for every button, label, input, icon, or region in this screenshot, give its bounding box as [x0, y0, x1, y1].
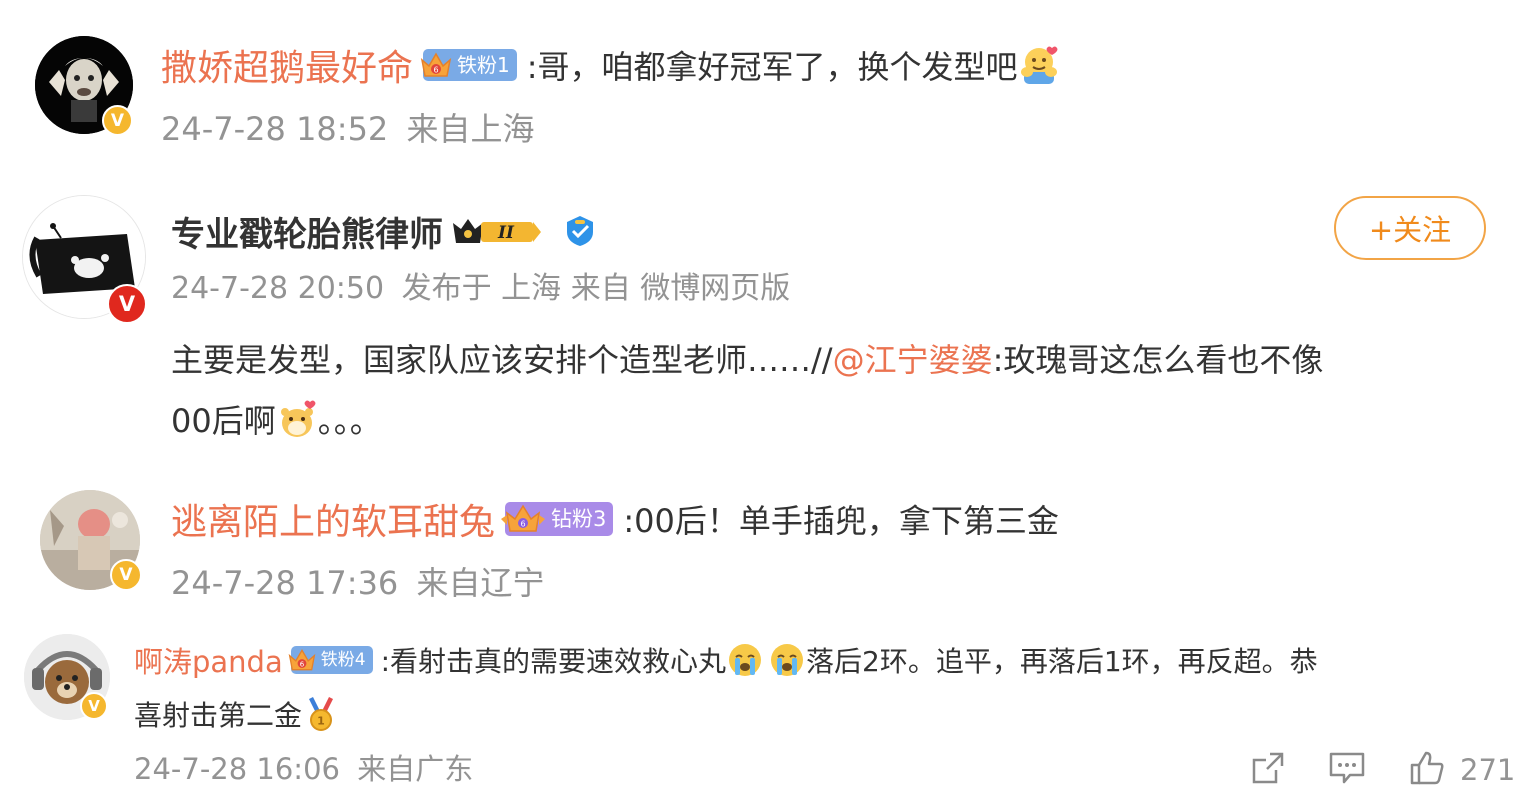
- repost-text-line2: 00后啊: [171, 402, 276, 440]
- comment-row: 撒娇超鹅最好命 6 铁粉1 :哥，咱都拿好冠军了，换个发型吧: [161, 40, 1060, 90]
- fan-badge-label: 铁粉4: [320, 650, 366, 670]
- share-button[interactable]: [1250, 751, 1288, 789]
- comment-meta: 24-7-28 20:50 发布于 上海 来自 微博网页版: [171, 267, 790, 311]
- hug-emoji-icon: [1018, 44, 1060, 86]
- username-link[interactable]: 专业戳轮胎熊律师: [171, 207, 443, 256]
- comment-meta: 24-7-28 18:52 来自上海: [161, 106, 534, 152]
- share-icon: [1250, 750, 1286, 790]
- comment-text: 主要是发型，国家队应该安排个造型老师……//@江宁婆婆:玫瑰哥这怎么看也不像: [171, 335, 1323, 385]
- diamond-crown-icon: 6: [499, 501, 547, 537]
- svg-text:II: II: [497, 223, 515, 243]
- comment-text-line2-label: 喜射击第二金: [134, 699, 303, 732]
- comment-text-tail: 落后2环。追平，再落后1环，再反超。恭: [806, 645, 1318, 678]
- svg-text:6: 6: [520, 520, 525, 529]
- repost-text-line2-tail: 。。。: [317, 402, 382, 440]
- member-badge[interactable]: II: [451, 215, 543, 247]
- thumbs-up-icon: [1408, 749, 1446, 791]
- timestamp: 24-7-28 16:06: [134, 752, 340, 786]
- username-link[interactable]: 啊涛panda: [134, 639, 283, 681]
- comment-meta: 24-7-28 17:36 来自辽宁: [171, 560, 544, 606]
- medal-emoji-icon: 1: [304, 695, 338, 733]
- crying-emoji-icon: [768, 641, 806, 679]
- fan-badge[interactable]: 6 铁粉1: [420, 49, 517, 81]
- fan-badge[interactable]: 6 铁粉4: [288, 646, 373, 674]
- verified-shield-icon: [563, 214, 597, 248]
- repost-text-tail: :玫瑰哥这怎么看也不像: [992, 341, 1324, 379]
- comment-row: 逃离陌上的软耳甜兔 6 钻粉3 :00后！单手插兜，拿下第三金: [171, 494, 1059, 544]
- hamster-emoji-icon: [276, 400, 318, 442]
- comment-button[interactable]: [1328, 751, 1368, 789]
- follow-button[interactable]: +关注: [1334, 196, 1486, 260]
- like-button[interactable]: 271: [1408, 749, 1515, 791]
- crying-emoji-icon: [726, 641, 764, 679]
- crown-icon: 6: [419, 48, 453, 82]
- svg-text:6: 6: [433, 66, 438, 75]
- timestamp: 24-7-28 18:52: [161, 110, 389, 148]
- comment-text: :看射击真的需要速效救心丸: [380, 645, 727, 678]
- repost-text: 主要是发型，国家队应该安排个造型老师……//: [171, 341, 833, 379]
- comment-text-line2: 00后啊 。。。: [171, 396, 382, 446]
- fan-badge[interactable]: 6 钻粉3: [501, 502, 614, 536]
- verified-badge-icon: V: [80, 692, 108, 720]
- timestamp: 24-7-28 20:50: [171, 271, 385, 306]
- fan-badge-label: 钻粉3: [551, 507, 607, 531]
- comment-text-line2: 喜射击第二金 1: [134, 692, 338, 736]
- svg-text:1: 1: [317, 715, 325, 728]
- location: 来自辽宁: [416, 564, 545, 602]
- crown-icon: 6: [287, 645, 317, 675]
- fan-badge-label: 铁粉1: [457, 53, 510, 77]
- comment-meta: 24-7-28 16:06 来自广东: [134, 747, 473, 791]
- timestamp: 24-7-28 17:36: [171, 564, 399, 602]
- verified-badge-icon: V: [102, 105, 133, 136]
- verified-badge-icon: V: [107, 284, 147, 324]
- username-link[interactable]: 逃离陌上的软耳甜兔: [171, 493, 495, 545]
- mention-link[interactable]: @江宁婆婆: [833, 341, 993, 379]
- like-count: 271: [1460, 753, 1515, 787]
- publish-info: 发布于 上海 来自 微博网页版: [401, 271, 791, 306]
- comment-text: :00后！单手插兜，拿下第三金: [623, 502, 1059, 540]
- comment-text: :哥，咱都拿好冠军了，换个发型吧: [526, 48, 1018, 86]
- location: 来自上海: [406, 110, 535, 148]
- comment-icon: [1328, 750, 1366, 790]
- verified-badge-icon: V: [110, 559, 142, 591]
- username-link[interactable]: 撒娇超鹅最好命: [161, 39, 413, 91]
- svg-text:6: 6: [300, 660, 305, 669]
- comment-row: 啊涛panda 6 铁粉4 :看射击真的需要速效救心丸 落后2环。追平，再落后1…: [134, 638, 1318, 682]
- location: 来自广东: [357, 752, 474, 786]
- comment-row: 专业戳轮胎熊律师 II: [171, 206, 597, 256]
